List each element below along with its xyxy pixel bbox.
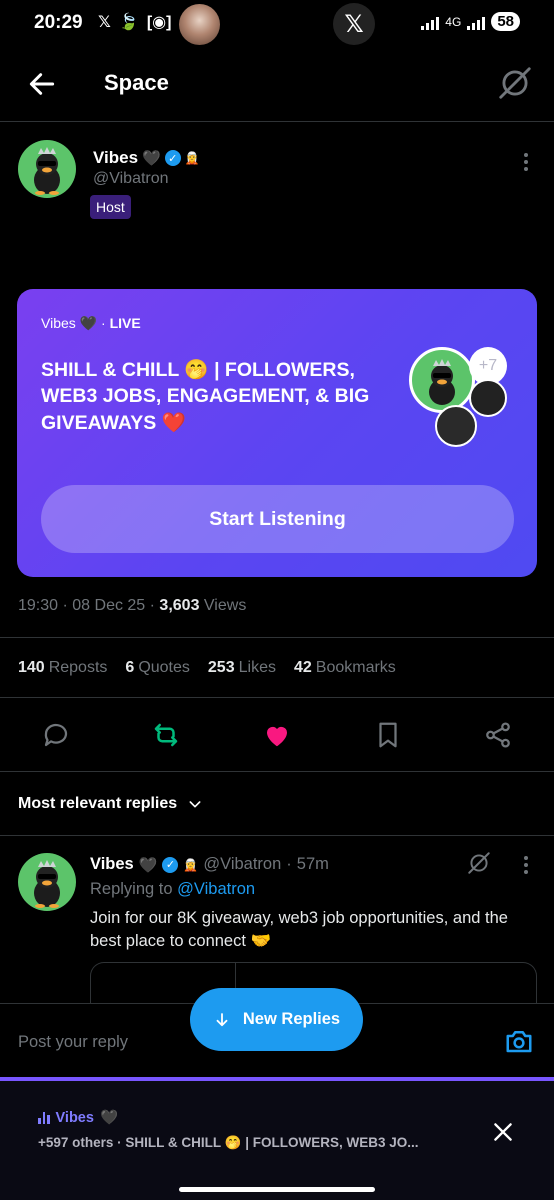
host-avatar[interactable] (18, 140, 76, 198)
page-title: Space (104, 70, 169, 95)
separator-dot: · (286, 855, 292, 873)
bookmark-icon[interactable] (373, 720, 403, 750)
battery-indicator: 58 (491, 12, 520, 31)
views-label: Views (203, 597, 247, 614)
post-meta: 19:30 · 08 Dec 25 · 3,603 Views (18, 597, 247, 614)
reply-author-avatar[interactable] (18, 853, 76, 911)
space-participants: +7 (409, 345, 519, 455)
black-heart-icon: 🖤 (79, 315, 98, 331)
screenshot-icon: [◉] (146, 14, 172, 31)
space-mini-player[interactable]: Vibes 🖤 +597 others · SHILL & CHILL 🤭 | … (0, 1077, 554, 1200)
space-title: SHILL & CHILL 🤭 | FOLLOWERS, WEB3 JOBS, … (41, 359, 370, 434)
close-icon[interactable] (490, 1119, 516, 1145)
host-role-badge: Host (90, 195, 131, 219)
mini-player-host: Vibes 🖤 (38, 1109, 118, 1126)
back-arrow-icon[interactable] (26, 68, 58, 100)
reply-header: Vibes 🖤 ✓ 🧝 @Vibatron · 57m (90, 855, 329, 874)
share-icon[interactable] (483, 720, 513, 750)
views-count: 3,603 (159, 597, 200, 614)
participant-avatar-host (409, 347, 475, 413)
replying-to: Replying to @Vibatron (90, 880, 255, 899)
spaces-icon[interactable] (466, 850, 492, 876)
new-replies-label: New Replies (242, 1010, 341, 1028)
reply-author-name[interactable]: Vibes (90, 855, 134, 874)
stat-likes[interactable]: 253 Likes (208, 659, 276, 677)
new-replies-button[interactable]: New Replies (190, 988, 363, 1051)
replying-to-handle[interactable]: @Vibatron (177, 880, 255, 898)
reply-text: Join for our 8K giveaway, web3 job oppor… (90, 909, 508, 951)
status-bar: 20:29 𝕏 🍃 [◉] 𝕏 4G 58 (0, 0, 554, 48)
stat-reposts[interactable]: 140 Reposts (18, 659, 107, 677)
black-heart-icon: 🖤 (99, 1110, 118, 1126)
notification-avatar (179, 4, 220, 45)
divider (0, 835, 554, 836)
space-host-line: Vibes 🖤 · LIVE (41, 315, 141, 331)
reply-author-handle[interactable]: @Vibatron (203, 855, 281, 874)
affiliate-badge-icon: 🧝 (184, 151, 200, 165)
divider (0, 771, 554, 772)
engagement-stats: 140 Reposts 6 Quotes 253 Likes 42 Bookmarks (18, 659, 396, 677)
host-name-text: Vibes (93, 148, 139, 167)
replies-sort-label: Most relevant replies (18, 795, 178, 812)
mini-player-info: +597 others · SHILL & CHILL 🤭 | FOLLOWER… (38, 1135, 419, 1150)
space-card[interactable]: Vibes 🖤 · LIVE SHILL & CHILL 🤭 | FOLLOWE… (17, 289, 537, 577)
signal-icon (421, 14, 440, 30)
participant-avatar (435, 405, 477, 447)
spaces-icon[interactable] (496, 64, 534, 102)
repost-icon[interactable] (151, 720, 181, 750)
status-time: 20:29 (34, 12, 83, 33)
audio-levels-icon (38, 1111, 50, 1124)
status-right: 4G 58 (421, 12, 520, 31)
reply-time: 57m (296, 855, 329, 873)
stat-quotes[interactable]: 6 Quotes (125, 659, 190, 677)
host-more-options-icon[interactable] (516, 152, 536, 172)
black-heart-icon: 🖤 (138, 856, 158, 874)
start-listening-button[interactable]: Start Listening (41, 485, 514, 553)
x-notification-icon: 𝕏 (98, 14, 111, 31)
replies-sort-dropdown[interactable]: Most relevant replies (18, 795, 203, 813)
post-date: 08 Dec 25 (72, 597, 146, 614)
replying-prefix: Replying to (90, 880, 173, 898)
signal-icon-2 (467, 14, 486, 30)
verified-badge-icon: ✓ (164, 150, 181, 166)
chevron-down-icon (189, 801, 201, 808)
action-bar (0, 716, 554, 756)
status-notification-icons: 𝕏 🍃 [◉] (98, 12, 171, 32)
verified-badge-icon: ✓ (162, 856, 179, 873)
live-label: LIVE (109, 315, 141, 331)
x-app-bubble-icon: 𝕏 (333, 3, 375, 45)
heart-icon[interactable] (262, 720, 292, 750)
home-indicator[interactable] (179, 1187, 375, 1192)
top-header: Space (0, 48, 554, 122)
space-host-name: Vibes (41, 315, 76, 331)
host-handle[interactable]: @Vibatron (93, 170, 169, 188)
black-heart-icon: 🖤 (142, 150, 162, 168)
arrow-down-icon (216, 1012, 228, 1026)
stat-bookmarks[interactable]: 42 Bookmarks (294, 659, 396, 677)
reply-more-options-icon[interactable] (516, 855, 536, 875)
divider (0, 637, 554, 638)
host-name[interactable]: Vibes 🖤 ✓ 🧝 (93, 148, 200, 168)
camera-icon[interactable] (504, 1026, 534, 1056)
comment-icon[interactable] (41, 720, 71, 750)
participant-avatar (469, 379, 507, 417)
affiliate-badge-icon: 🧝 (183, 857, 199, 872)
network-type: 4G (445, 14, 462, 29)
divider (0, 697, 554, 698)
post-reply-input[interactable]: Post your reply (18, 1033, 128, 1052)
leaf-icon: 🍃 (118, 14, 139, 31)
post-time: 19:30 (18, 597, 59, 614)
mini-player-host-name: Vibes (55, 1109, 94, 1126)
